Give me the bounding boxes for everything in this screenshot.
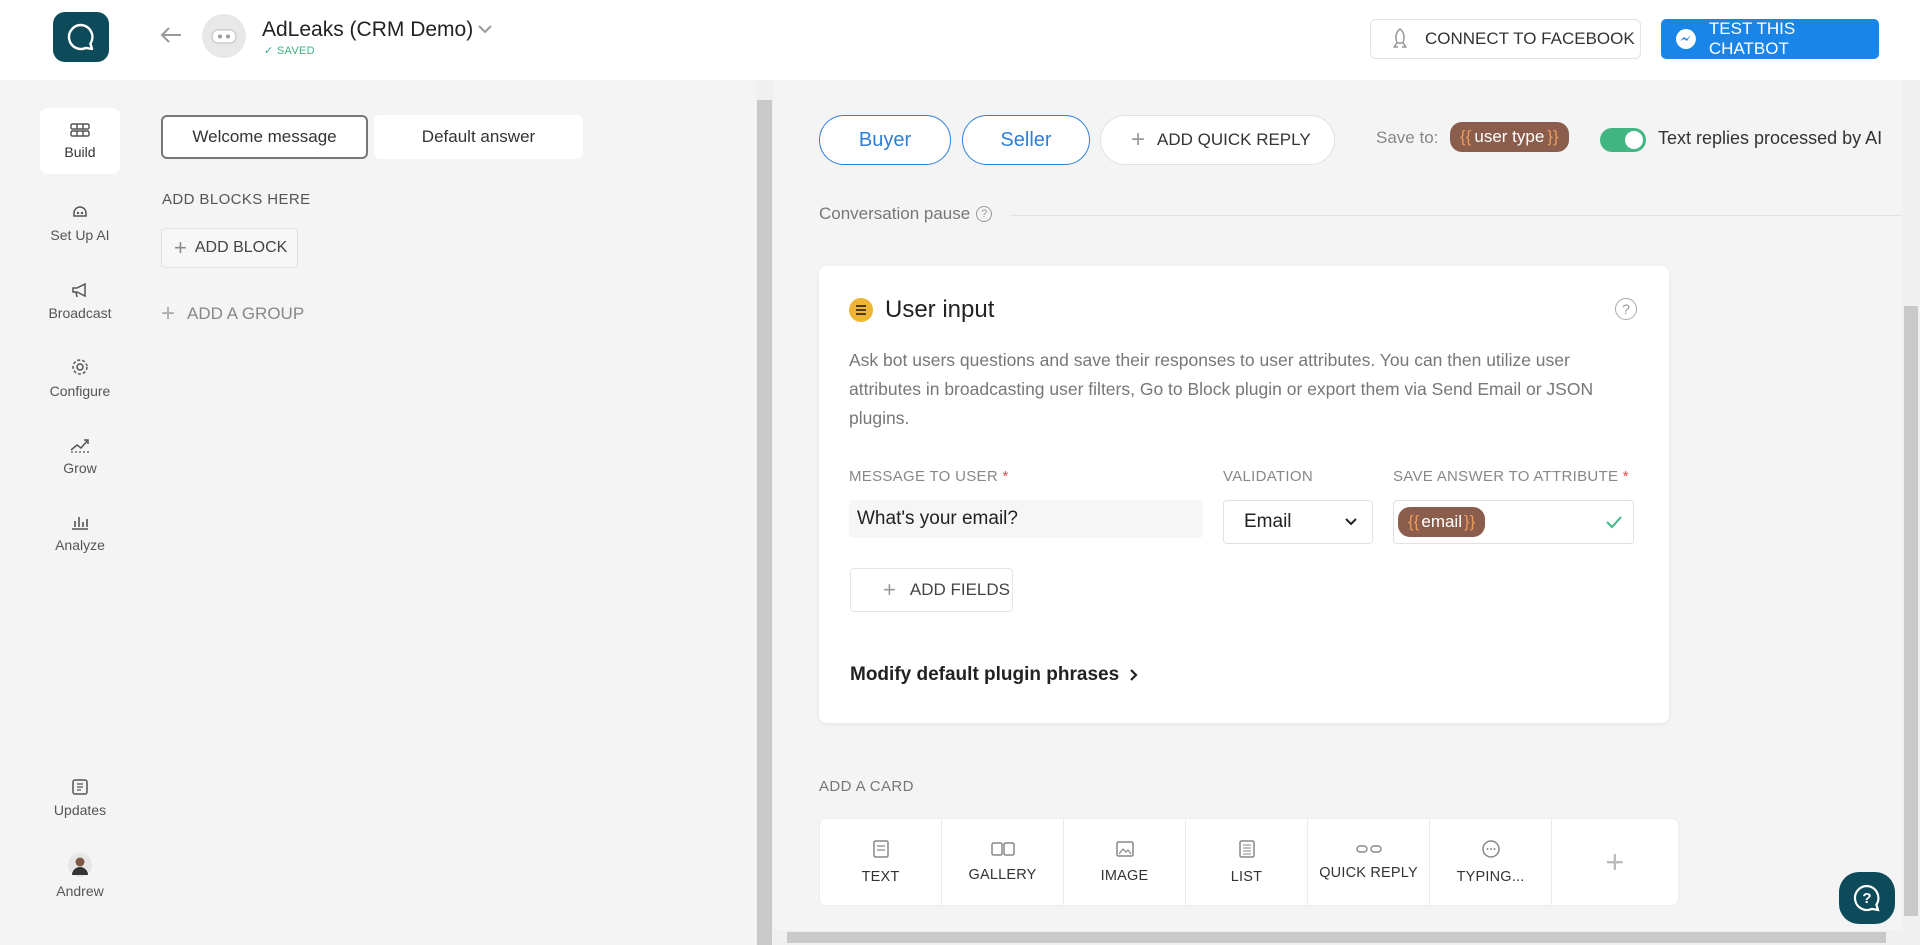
- plus-icon: +: [1131, 126, 1146, 153]
- nav-profile[interactable]: Andrew: [40, 843, 120, 909]
- scrollbar-thumb[interactable]: [787, 932, 1886, 943]
- help-icon[interactable]: ?: [1615, 298, 1637, 320]
- bot-avatar: [202, 14, 246, 58]
- updates-icon: [72, 779, 88, 795]
- gallery-icon: [990, 842, 1015, 856]
- blocks-panel: [160, 80, 756, 945]
- connect-facebook-button[interactable]: CONNECT TO FACEBOOK: [1370, 19, 1641, 59]
- gear-icon: [72, 359, 88, 375]
- plus-icon: +: [161, 300, 176, 327]
- attribute-pill: {{email}}: [1398, 507, 1486, 537]
- attribute-field[interactable]: {{email}}: [1393, 500, 1634, 544]
- quick-reply-buyer[interactable]: Buyer: [819, 115, 951, 165]
- svg-text:?: ?: [1862, 890, 1871, 907]
- add-fields-button[interactable]: + ADD FIELDS: [850, 568, 1013, 612]
- scrollbar-thumb[interactable]: [1904, 306, 1918, 916]
- add-block-button[interactable]: + ADD BLOCK: [161, 228, 298, 268]
- editor-scrollbar[interactable]: [1902, 80, 1920, 945]
- user-avatar: [68, 853, 92, 877]
- typing-icon: [1481, 840, 1500, 858]
- ai-toggle-label: Text replies processed by AI: [1658, 128, 1883, 148]
- validation-select[interactable]: Email: [1223, 500, 1373, 544]
- help-icon: ?: [1853, 884, 1880, 912]
- horizontal-scrollbar[interactable]: [773, 930, 1902, 945]
- card-description: Ask bot users questions and save their r…: [849, 350, 1594, 428]
- add-card-heading: ADD A CARD: [819, 778, 914, 795]
- nav-broadcast[interactable]: Broadcast: [40, 268, 120, 334]
- save-status: ✓ SAVED: [264, 45, 315, 57]
- save-to-label: Save to:: [1376, 128, 1439, 147]
- check-icon: ✓: [264, 45, 274, 57]
- list-icon: [1238, 840, 1255, 858]
- image-icon: [1115, 841, 1134, 857]
- add-group-button[interactable]: + ADD A GROUP: [161, 300, 304, 328]
- rocket-icon: [1393, 28, 1407, 48]
- add-quick-reply-card[interactable]: QUICK REPLY: [1308, 819, 1430, 905]
- plus-icon: +: [883, 577, 896, 602]
- add-text-card[interactable]: TEXT: [820, 819, 942, 905]
- user-input-card: User input ? Ask bot users questions and…: [819, 266, 1669, 723]
- chevron-down-icon: [1345, 518, 1357, 526]
- card-toolbar: TEXT GALLERY IMAGE LIST QUICK REPLY TYPI…: [819, 818, 1679, 906]
- add-quick-reply-button[interactable]: + ADD QUICK REPLY: [1100, 115, 1335, 165]
- back-arrow-icon[interactable]: [158, 22, 184, 48]
- help-chat-button[interactable]: ?: [1839, 872, 1895, 924]
- bar-chart-icon: [72, 517, 88, 530]
- add-list-card[interactable]: LIST: [1186, 819, 1308, 905]
- messenger-icon: [1675, 29, 1696, 49]
- nav-analyze[interactable]: Analyze: [40, 500, 120, 566]
- user-input-icon: [849, 298, 873, 322]
- add-typing-card[interactable]: TYPING...: [1430, 819, 1552, 905]
- test-chatbot-button[interactable]: TEST THIS CHATBOT: [1661, 19, 1879, 59]
- add-blocks-heading: ADD BLOCKS HERE: [162, 191, 311, 208]
- add-image-card[interactable]: IMAGE: [1064, 819, 1186, 905]
- message-label: MESSAGE TO USER *: [849, 468, 1009, 485]
- message-input[interactable]: What's your email?: [849, 500, 1203, 538]
- save-attribute-label: SAVE ANSWER TO ATTRIBUTE *: [1393, 468, 1629, 485]
- text-icon: [872, 840, 889, 858]
- build-icon: [70, 123, 90, 137]
- add-more-cards[interactable]: +: [1552, 819, 1678, 905]
- chevron-right-icon: [1130, 669, 1138, 681]
- tab-default-answer[interactable]: Default answer: [374, 115, 583, 159]
- plus-icon: +: [174, 235, 187, 260]
- nav-grow[interactable]: Grow: [40, 423, 120, 489]
- tab-welcome-message[interactable]: Welcome message: [161, 115, 368, 159]
- check-icon: [1606, 516, 1622, 529]
- chevron-down-icon[interactable]: [477, 22, 493, 40]
- blocks-scrollbar[interactable]: [756, 80, 773, 945]
- card-title: User input: [849, 296, 994, 324]
- save-to-attribute[interactable]: {{user type}}: [1450, 122, 1569, 152]
- bot-name[interactable]: AdLeaks (CRM Demo): [262, 18, 473, 42]
- chatfuel-logo-icon[interactable]: [53, 12, 109, 62]
- modify-phrases-link[interactable]: Modify default plugin phrases: [850, 664, 1139, 686]
- validation-label: VALIDATION: [1223, 468, 1313, 485]
- megaphone-icon: [72, 282, 86, 298]
- nav-updates[interactable]: Updates: [40, 765, 120, 831]
- nav-build[interactable]: Build: [40, 108, 120, 174]
- help-icon[interactable]: ?: [976, 206, 993, 222]
- quick-reply-icon: [1355, 845, 1382, 853]
- scrollbar-thumb[interactable]: [757, 100, 772, 945]
- quick-reply-seller[interactable]: Seller: [962, 115, 1090, 165]
- top-bar: AdLeaks (CRM Demo) ✓ SAVED CONNECT TO FA…: [0, 0, 1920, 80]
- ai-icon: [73, 206, 87, 217]
- nav-setup-ai[interactable]: Set Up AI: [40, 190, 120, 256]
- divider: [1010, 215, 1902, 216]
- add-gallery-card[interactable]: GALLERY: [942, 819, 1064, 905]
- nav-configure[interactable]: Configure: [40, 345, 120, 411]
- conversation-pause[interactable]: Conversation pause ?: [819, 204, 993, 224]
- growth-icon: [70, 439, 89, 453]
- plus-icon: +: [1605, 843, 1625, 880]
- ai-toggle[interactable]: [1600, 128, 1646, 152]
